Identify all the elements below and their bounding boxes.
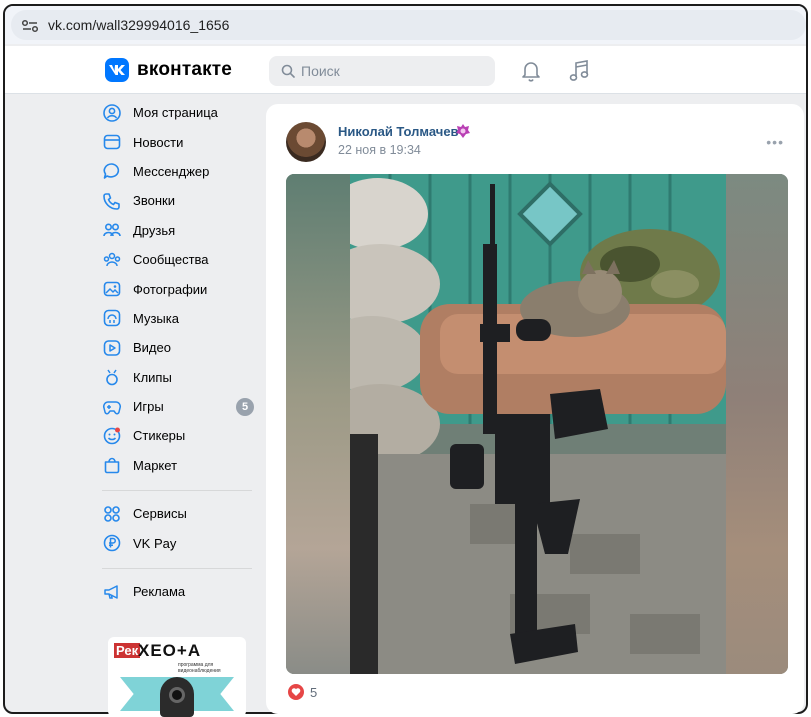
sidebar-item-user-circle[interactable]: Моя страница: [102, 98, 262, 127]
sidebar-item-chat-bubble[interactable]: Мессенджер: [102, 157, 262, 186]
vk-header: вконтакте Поиск: [5, 46, 806, 94]
notifications-bell-icon[interactable]: [521, 60, 541, 82]
photo-image: [350, 174, 726, 674]
sidebar-item-gamepad[interactable]: Игры 5: [102, 392, 262, 421]
sidebar-item-label: Маркет: [133, 457, 178, 473]
site-info-icon[interactable]: [21, 19, 39, 33]
likes-count: 5: [310, 684, 318, 700]
more-options-icon[interactable]: •••: [766, 134, 784, 150]
sidebar-item-video[interactable]: Видео: [102, 333, 262, 362]
sidebar-item-label: Игры: [133, 399, 164, 415]
like-button[interactable]: 5: [288, 684, 317, 700]
sidebar-item-friends[interactable]: Друзья: [102, 216, 262, 245]
sidebar-divider: [102, 490, 252, 492]
wall-post: Николай Толмачев 22 ноя в 19:34 ••• 5: [266, 104, 804, 714]
music-icon: [102, 308, 122, 328]
browser-toolbar: vk.com/wall329994016_1656: [5, 6, 806, 44]
ad-tag: Рек: [114, 643, 141, 658]
news-icon: [102, 132, 122, 152]
author-name[interactable]: Николай Толмачев: [338, 124, 459, 139]
sidebar-item-music[interactable]: Музыка: [102, 304, 262, 333]
sidebar-item-label: Моя страница: [133, 105, 218, 121]
sidebar-item-clips[interactable]: Клипы: [102, 363, 262, 392]
sidebar-item-label: Видео: [133, 340, 171, 356]
left-sidebar: Моя страница Новости Мессенджер Звонки Друзь…: [102, 98, 262, 606]
url-text[interactable]: vk.com/wall329994016_1656: [48, 17, 229, 33]
vkpay-icon: [102, 533, 122, 553]
sticker-icon: [102, 426, 122, 446]
photo-blur-right: [726, 174, 788, 674]
friends-icon: [102, 220, 122, 240]
address-bar[interactable]: vk.com/wall329994016_1656: [11, 10, 806, 40]
vk-brand-name[interactable]: вконтакте: [137, 59, 232, 81]
sidebar-item-communities[interactable]: Сообщества: [102, 245, 262, 274]
shopping-bag-icon: [102, 455, 122, 475]
sidebar-item-label: VK Pay: [133, 535, 177, 551]
sidebar-item-megaphone[interactable]: Реклама: [102, 577, 262, 606]
sidebar-item-label: Стикеры: [133, 428, 186, 444]
ad-subtitle: программа для видеонаблюдения: [178, 662, 221, 674]
photo-icon: [102, 279, 122, 299]
gamepad-icon: [102, 397, 122, 417]
sidebar-item-label: Сообщества: [133, 252, 209, 268]
camera-icon: [160, 677, 194, 717]
sidebar-item-label: Фотографии: [133, 281, 208, 297]
user-circle-icon: [102, 103, 122, 123]
chat-bubble-icon: [102, 161, 122, 181]
sidebar-item-label: Сервисы: [133, 506, 187, 522]
sidebar-item-label: Звонки: [133, 193, 175, 209]
megaphone-icon: [102, 582, 122, 602]
services-icon: [102, 504, 122, 524]
sidebar-item-shopping-bag[interactable]: Маркет: [102, 451, 262, 480]
sidebar-item-label: Реклама: [133, 584, 186, 600]
sidebar-item-sticker[interactable]: Стикеры: [102, 421, 262, 450]
search-icon: [281, 64, 295, 78]
sidebar-item-label: Клипы: [133, 369, 172, 385]
sidebar-item-news[interactable]: Новости: [102, 127, 262, 156]
photo-blur-left: [286, 174, 350, 674]
communities-icon: [102, 250, 122, 270]
sidebar-item-services[interactable]: Сервисы: [102, 499, 262, 528]
phone-icon: [102, 191, 122, 211]
games-count-badge: 5: [236, 397, 254, 416]
ad-banner[interactable]: Рек XEO+A программа для видеонаблюдения: [108, 637, 246, 717]
sidebar-item-label: Мессенджер: [133, 163, 210, 179]
search-input[interactable]: Поиск: [269, 56, 495, 86]
sidebar-item-vkpay[interactable]: VK Pay: [102, 528, 262, 557]
video-icon: [102, 338, 122, 358]
prometheus-badge-icon[interactable]: [455, 123, 471, 139]
sidebar-item-label: Новости: [133, 134, 184, 150]
author-avatar[interactable]: [286, 122, 326, 162]
music-player-icon[interactable]: [568, 59, 590, 83]
post-photo[interactable]: [286, 174, 788, 674]
sidebar-item-phone[interactable]: Звонки: [102, 186, 262, 215]
sidebar-item-label: Музыка: [133, 310, 179, 326]
search-placeholder: Поиск: [301, 63, 340, 79]
clips-icon: [102, 367, 122, 387]
heart-icon: [288, 684, 304, 700]
sidebar-divider: [102, 567, 252, 569]
vk-logo-icon[interactable]: [105, 58, 129, 82]
post-date[interactable]: 22 ноя в 19:34: [338, 143, 421, 157]
sidebar-item-label: Друзья: [133, 222, 176, 238]
ad-brand: XEO+A: [138, 641, 202, 660]
sidebar-item-photo[interactable]: Фотографии: [102, 274, 262, 303]
